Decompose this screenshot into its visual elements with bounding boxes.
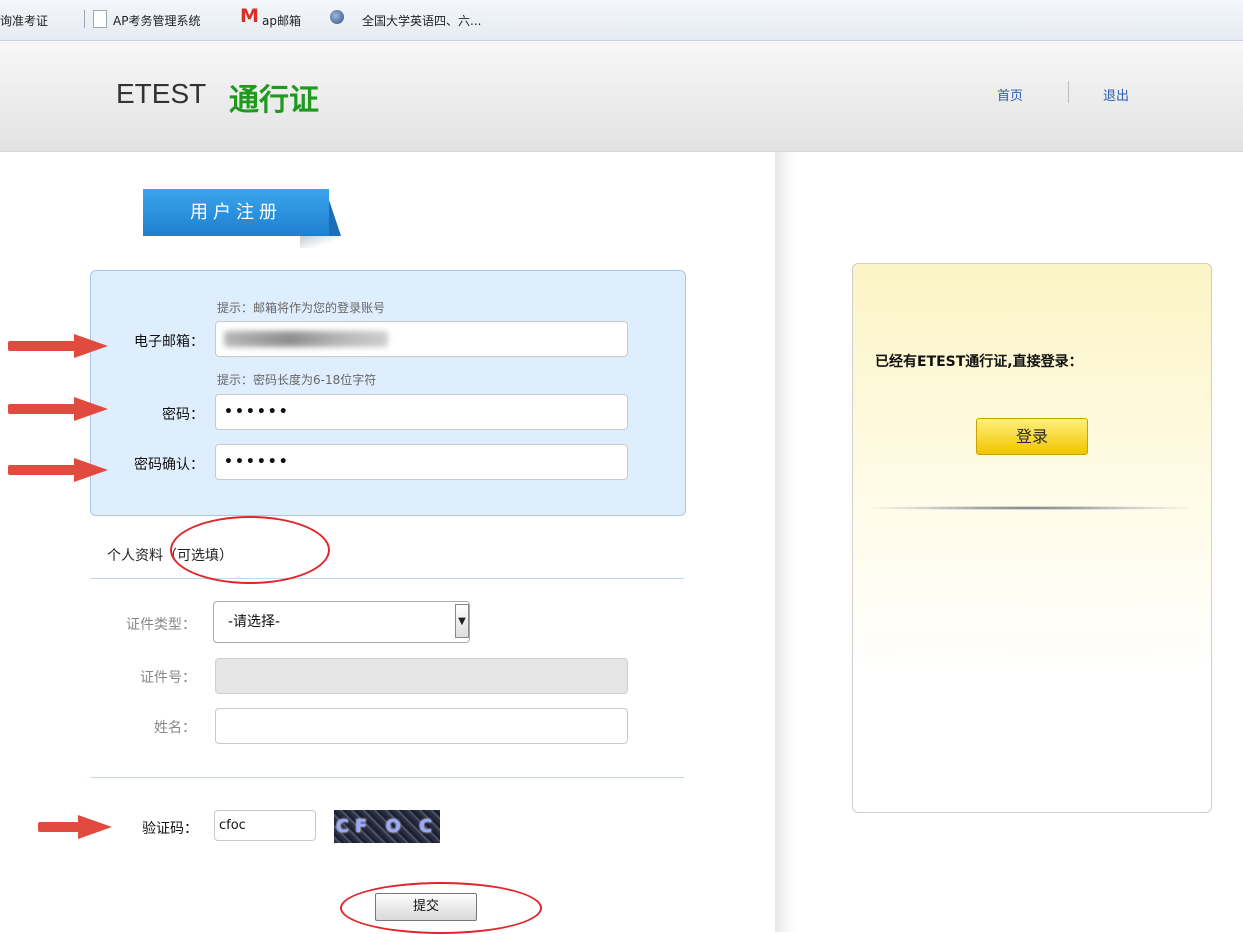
confirm-password-label: 密码确认： [134,457,204,473]
dropdown-arrow-icon[interactable]: ▼ [455,604,469,638]
name-label: 姓名： [154,720,196,736]
login-button[interactable]: 登录 [976,418,1088,455]
globe-icon [330,10,344,24]
logo-text: ETEST [116,78,207,109]
bookmark-exam-ticket[interactable]: 询准考证 [0,12,48,29]
register-tab: 用户注册 [143,189,329,236]
id-number-field[interactable] [215,658,628,694]
login-card [852,263,1212,813]
email-hint: 提示：邮箱将作为您的登录账号 [217,301,386,315]
logo-highlight: 通行证 [229,83,319,118]
id-type-select[interactable]: -请选择- [213,601,470,643]
panel-divider [775,152,797,932]
name-field[interactable] [215,708,628,744]
nav-logout-link[interactable]: 退出 [1103,85,1129,104]
annotation-ellipse-submit [340,882,542,934]
email-field[interactable] [215,321,628,357]
password-field[interactable]: •••••• [215,394,628,430]
password-label: 密码： [162,407,204,423]
bookmark-ap-system[interactable]: AP考务管理系统 [113,12,200,29]
bookmarks-bar: 询准考证 AP考务管理系统 M ap邮箱 全国大学英语四、六... [0,0,1243,41]
id-type-value: -请选择- [228,614,281,630]
captcha-image[interactable]: CF O C [334,810,440,843]
captcha-field[interactable]: cfoc [214,810,316,841]
email-label: 电子邮箱： [134,334,204,350]
section-rule-top [90,578,684,579]
section-rule-bottom [90,777,684,778]
login-prompt: 已经有ETEST通行证,直接登录： [875,354,1083,370]
page-icon [93,10,107,28]
gmail-icon: M [240,5,259,27]
site-header: ETEST 通行证 首页 退出 [0,41,1243,152]
register-tab-fold [329,200,341,236]
confirm-password-field[interactable]: •••••• [215,444,628,480]
email-value-blurred [224,331,388,347]
bookmark-ap-mail[interactable]: ap邮箱 [262,12,301,29]
bookmark-cet[interactable]: 全国大学英语四、六... [362,12,481,29]
password-hint: 提示：密码长度为6-18位字符 [217,373,377,387]
nav-divider [1068,81,1069,103]
nav-home-link[interactable]: 首页 [997,85,1023,104]
id-number-label: 证件号： [140,670,196,686]
login-separator [870,506,1190,510]
register-tab-shadow [300,236,340,248]
bookmark-separator [84,10,85,28]
id-type-label: 证件类型： [126,617,196,633]
annotation-ellipse-optional [170,516,330,584]
